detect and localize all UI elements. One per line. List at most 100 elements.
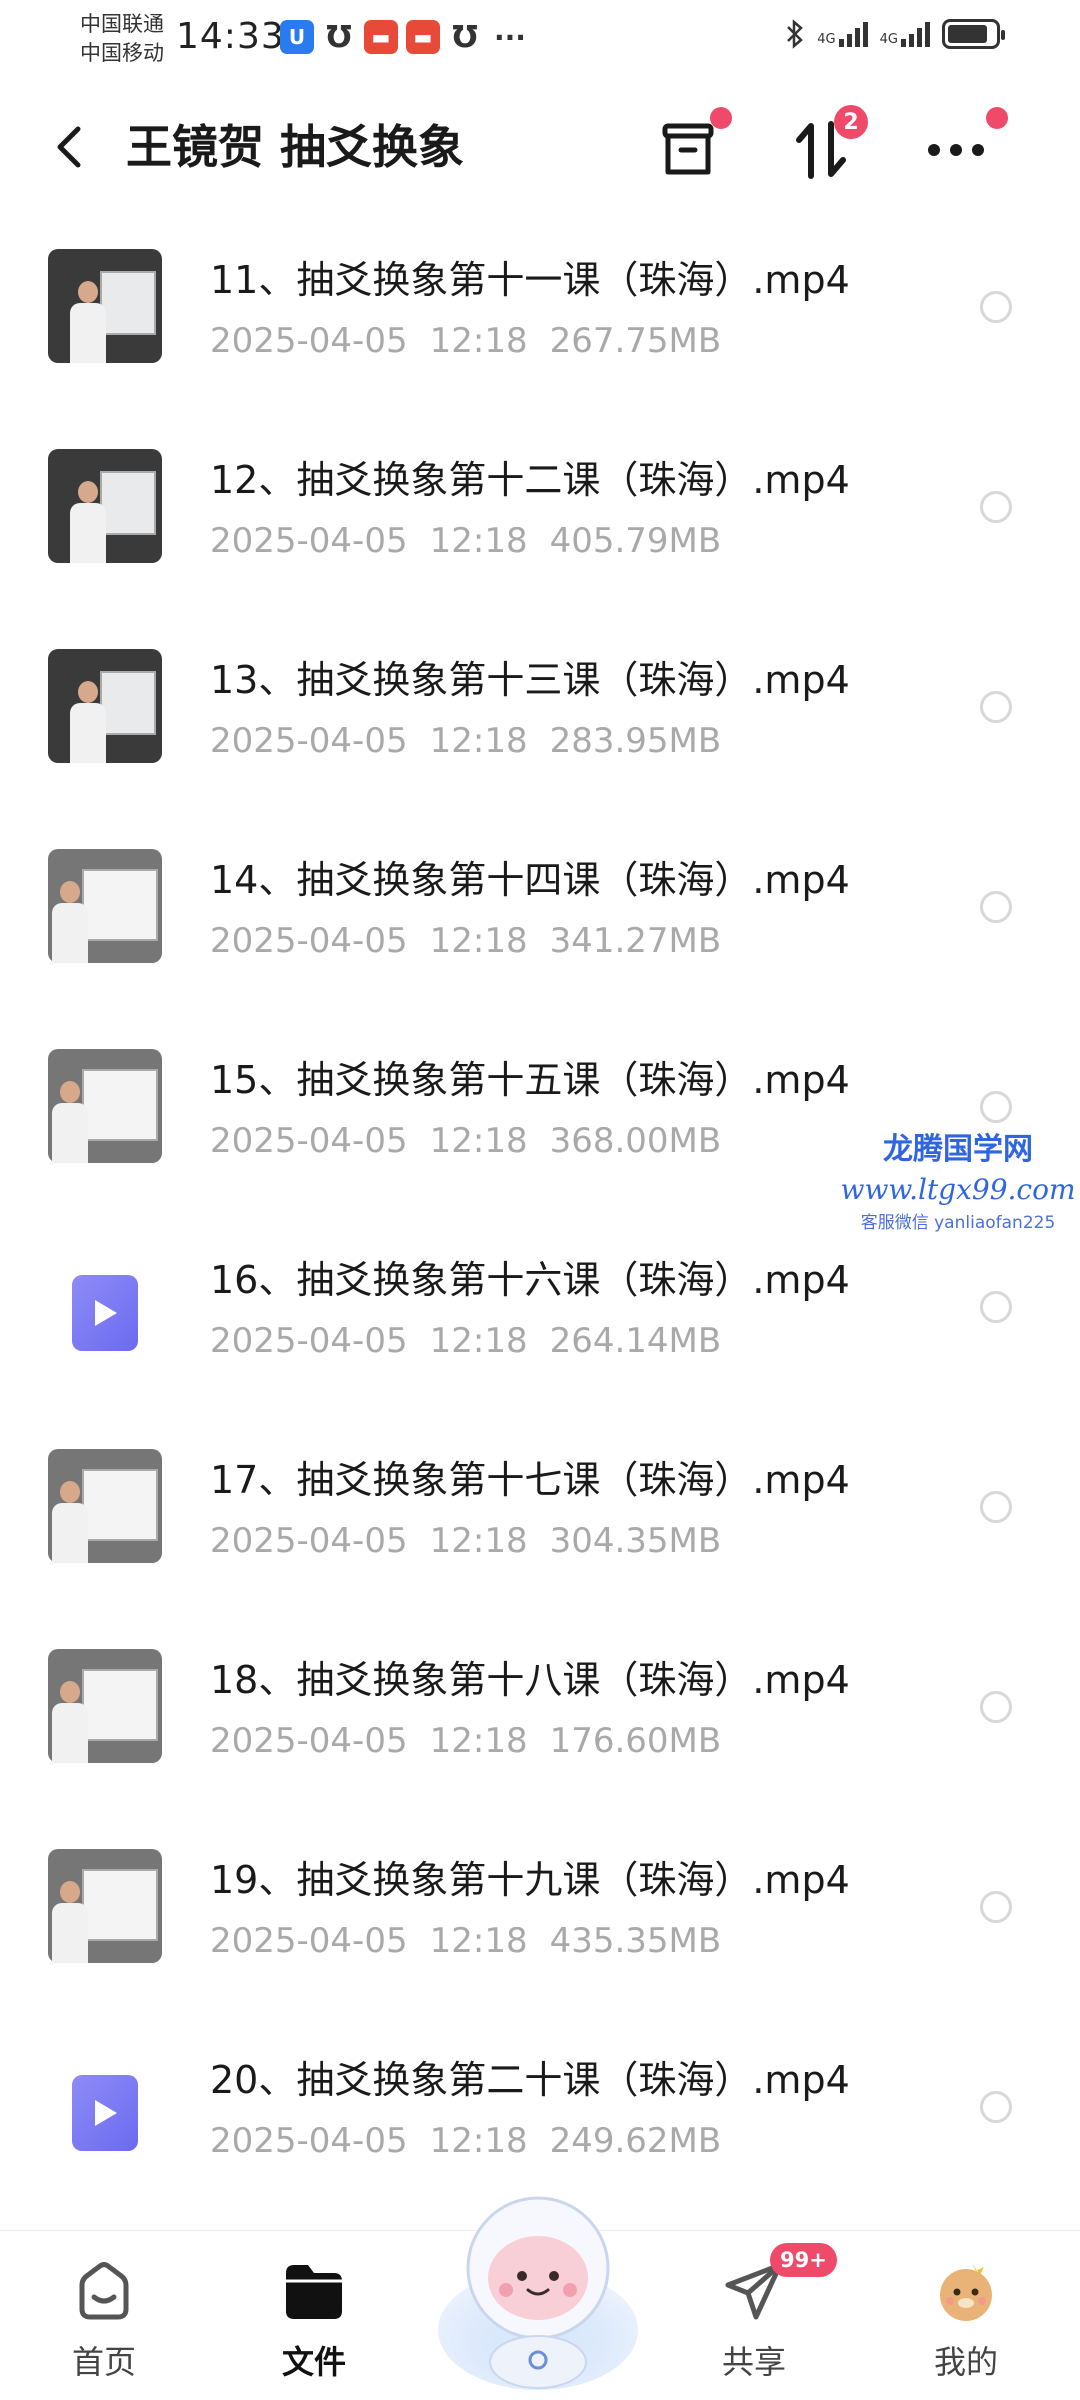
- bluetooth-icon: [787, 19, 804, 49]
- file-size: 304.35MB: [549, 1521, 722, 1561]
- transfer-box-button[interactable]: [648, 107, 732, 185]
- video-thumbnail: [48, 1049, 162, 1163]
- file-meta: 2025-04-05 12:18 405.79MB: [210, 519, 743, 563]
- astronaut-mascot-icon: [438, 2196, 638, 2390]
- file-date: 2025-04-05: [210, 1721, 408, 1761]
- file-row[interactable]: 13、抽爻换象第十三课（珠海）.mp4 2025-04-05 12:18 283.95…: [0, 615, 1080, 819]
- whiteboard-shape: [82, 1869, 158, 1941]
- file-time: 12:18: [429, 1321, 528, 1361]
- notification-dot: [710, 107, 732, 129]
- person-shape: [70, 681, 106, 763]
- whiteboard-shape: [100, 471, 156, 535]
- file-size: 283.95MB: [549, 721, 722, 761]
- select-radio[interactable]: [980, 1091, 1012, 1123]
- file-size: 249.62MB: [549, 2121, 722, 2161]
- network-type-2: 4G: [879, 32, 898, 47]
- file-size: 341.27MB: [549, 921, 722, 961]
- select-radio[interactable]: [980, 491, 1012, 523]
- whiteboard-shape: [82, 1069, 158, 1141]
- ai-assistant-mascot[interactable]: [428, 2180, 648, 2390]
- file-date: 2025-04-05: [210, 1121, 408, 1161]
- file-row[interactable]: 14、抽爻换象第十四课（珠海）.mp4 2025-04-05 12:18 341.27…: [0, 815, 1080, 1019]
- person-shape: [52, 1881, 88, 1963]
- back-arrow-icon: [57, 126, 81, 168]
- file-row[interactable]: 16、抽爻换象第十六课（珠海）.mp4 2025-04-05 12:18 264.14…: [0, 1215, 1080, 1419]
- file-date: 2025-04-05: [210, 1921, 408, 1961]
- notification-dot: [986, 107, 1008, 129]
- select-radio[interactable]: [980, 1491, 1012, 1523]
- select-radio[interactable]: [980, 891, 1012, 923]
- nav-files-label: 文件: [281, 2343, 346, 2381]
- app-header: 王镜贺 抽爻换象 2: [0, 95, 1080, 205]
- select-radio[interactable]: [980, 291, 1012, 323]
- video-thumbnail: [48, 449, 162, 563]
- file-meta: 2025-04-05 12:18 304.35MB: [210, 1519, 743, 1563]
- nav-home[interactable]: 首页: [44, 2259, 164, 2389]
- select-radio[interactable]: [980, 691, 1012, 723]
- home-face-icon: [79, 2262, 129, 2320]
- more-dots-icon: [928, 144, 984, 156]
- carrier-2: 中国移动: [80, 41, 164, 65]
- status-time: 14:33: [176, 16, 285, 57]
- file-meta: 2025-04-05 12:18 341.27MB: [210, 919, 743, 963]
- whiteboard-shape: [100, 271, 156, 335]
- file-date: 2025-04-05: [210, 1321, 408, 1361]
- person-shape: [70, 481, 106, 563]
- watermark: 龙腾国学网 www.ltgx99.com 客服微信 yanliaofan225: [838, 1130, 1078, 1236]
- file-name: 11、抽爻换象第十一课（珠海）.mp4: [210, 258, 850, 302]
- file-name: 16、抽爻换象第十六课（珠海）.mp4: [210, 1258, 850, 1302]
- select-radio[interactable]: [980, 1691, 1012, 1723]
- watermark-name: 龙腾国学网: [883, 1132, 1033, 1167]
- whiteboard-shape: [82, 1469, 158, 1541]
- file-time: 12:18: [429, 2121, 528, 2161]
- nav-share[interactable]: 99+ 共享: [694, 2243, 837, 2389]
- file-row[interactable]: 11、抽爻换象第十一课（珠海）.mp4 2025-04-05 12:18 267.75…: [0, 215, 1080, 419]
- file-row[interactable]: 17、抽爻换象第十七课（珠海）.mp4 2025-04-05 12:18 304.35…: [0, 1415, 1080, 1619]
- file-name: 20、抽爻换象第二十课（珠海）.mp4: [210, 2058, 850, 2102]
- person-shape: [70, 281, 106, 363]
- app-notification-icon: Ʊ: [326, 19, 352, 55]
- file-time: 12:18: [429, 1521, 528, 1561]
- file-name: 18、抽爻换象第十八课（珠海）.mp4: [210, 1658, 850, 1702]
- file-row[interactable]: 18、抽爻换象第十八课（珠海）.mp4 2025-04-05 12:18 176.60…: [0, 1615, 1080, 1819]
- file-row[interactable]: 19、抽爻换象第十九课（珠海）.mp4 2025-04-05 12:18 435.35…: [0, 1815, 1080, 2019]
- watermark-contact: 客服微信 yanliaofan225: [860, 1213, 1056, 1233]
- person-shape: [52, 1081, 88, 1163]
- video-file-icon: [72, 1275, 138, 1351]
- app-notification-icon: ▬: [406, 20, 440, 54]
- more-notifications-icon: ···: [494, 20, 526, 54]
- folder-icon: [286, 2265, 342, 2319]
- select-radio[interactable]: [980, 1891, 1012, 1923]
- file-date: 2025-04-05: [210, 721, 408, 761]
- person-shape: [52, 1481, 88, 1563]
- play-icon: [95, 2100, 117, 2126]
- file-name: 12、抽爻换象第十二课（珠海）.mp4: [210, 458, 850, 502]
- nav-mine[interactable]: 我的: [906, 2259, 1026, 2389]
- file-size: 267.75MB: [549, 321, 722, 361]
- file-meta: 2025-04-05 12:18 368.00MB: [210, 1119, 743, 1163]
- file-row[interactable]: 12、抽爻换象第十二课（珠海）.mp4 2025-04-05 12:18 405.79…: [0, 415, 1080, 619]
- back-button[interactable]: [40, 117, 100, 177]
- sort-button[interactable]: 2: [782, 105, 868, 185]
- system-icons: 4G 4G: [785, 18, 1005, 50]
- nav-files[interactable]: 文件: [254, 2259, 374, 2389]
- box-icon: [662, 123, 714, 175]
- share-badge: 99+: [770, 2243, 837, 2277]
- file-name: 15、抽爻换象第十五课（珠海）.mp4: [210, 1058, 850, 1102]
- more-options-button[interactable]: [916, 107, 1008, 185]
- file-size: 368.00MB: [549, 1121, 722, 1161]
- whiteboard-shape: [82, 1669, 158, 1741]
- select-radio[interactable]: [980, 2091, 1012, 2123]
- status-bar: 中国联通 中国移动 14:33 U Ʊ ▬ ▬ Ʊ ··· 4G 4G: [0, 0, 1080, 80]
- select-radio[interactable]: [980, 1291, 1012, 1323]
- file-meta: 2025-04-05 12:18 176.60MB: [210, 1719, 743, 1763]
- whiteboard-shape: [100, 671, 156, 735]
- network-type-1: 4G: [817, 32, 836, 47]
- file-meta: 2025-04-05 12:18 435.35MB: [210, 1919, 743, 1963]
- file-name: 13、抽爻换象第十三课（珠海）.mp4: [210, 658, 850, 702]
- file-date: 2025-04-05: [210, 321, 408, 361]
- notification-icons: U Ʊ ▬ ▬ Ʊ ···: [280, 19, 530, 55]
- file-date: 2025-04-05: [210, 1521, 408, 1561]
- signal-bars-icon: [838, 21, 868, 47]
- file-name: 14、抽爻换象第十四课（珠海）.mp4: [210, 858, 850, 902]
